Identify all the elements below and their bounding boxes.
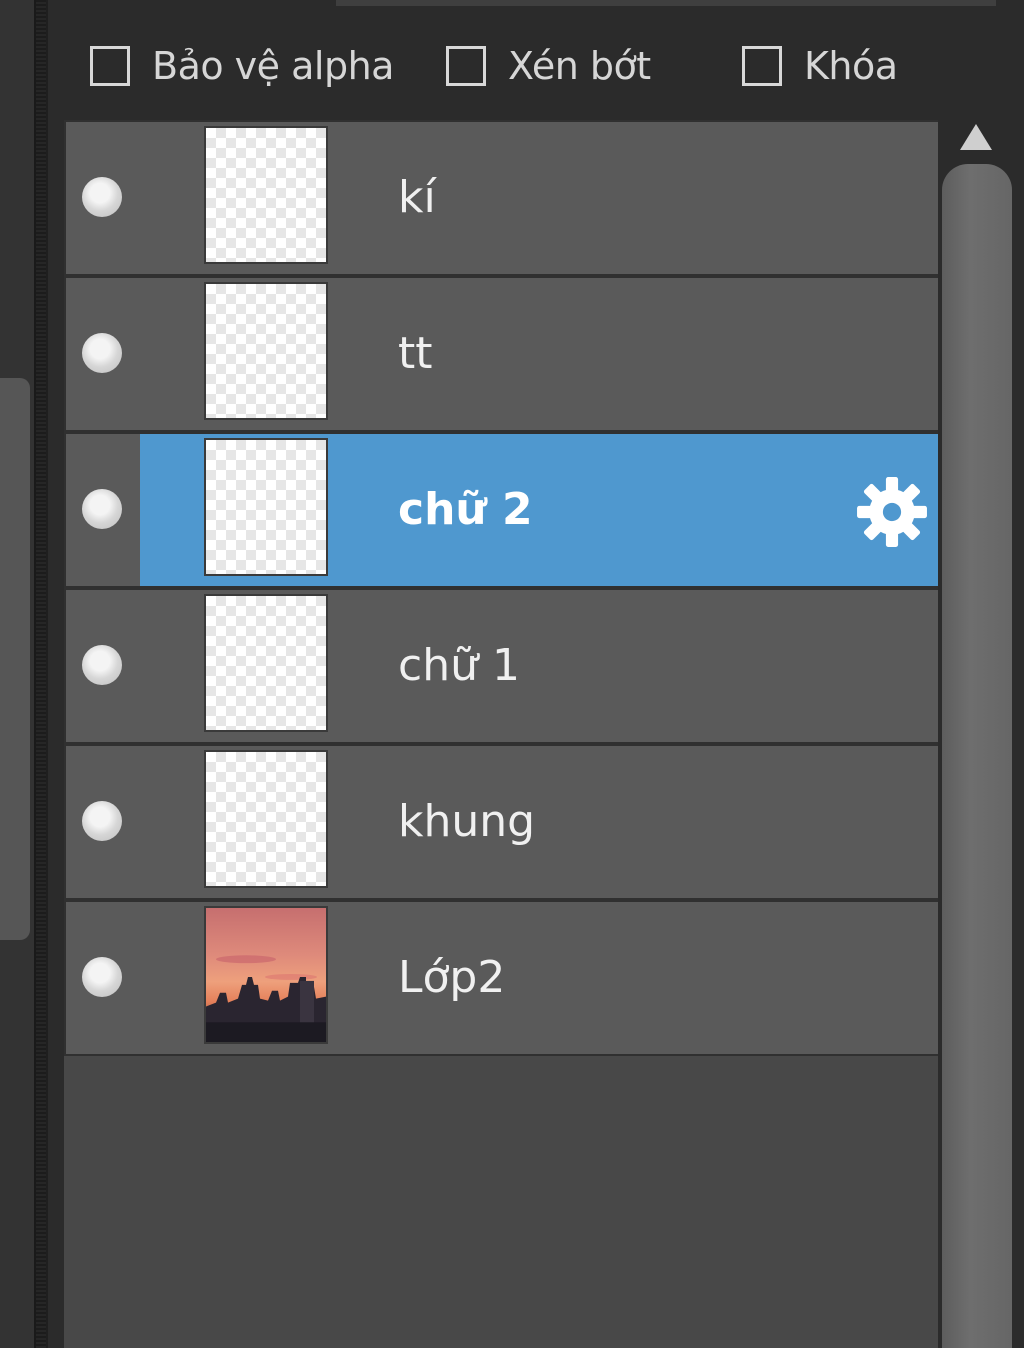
layer-thumbnail [204, 438, 328, 576]
layer-thumbnail-photo [204, 906, 328, 1044]
layer-thumbnail [204, 126, 328, 264]
lock-label: Khóa [804, 44, 898, 88]
layer-row-chu-2[interactable]: chữ 2 [64, 432, 940, 588]
visibility-dot-icon[interactable] [82, 489, 122, 529]
visibility-dot-icon[interactable] [82, 177, 122, 217]
panel-splitter[interactable] [34, 0, 48, 1348]
left-scroll-thumb[interactable] [0, 378, 30, 940]
layer-list-scrollbar[interactable] [938, 120, 1024, 1348]
layer-name: Lớp2 [398, 952, 506, 1003]
layer-row-chu-1[interactable]: chữ 1 [64, 588, 940, 744]
triangle-up-icon[interactable] [960, 124, 992, 150]
gear-icon[interactable] [854, 474, 930, 550]
layer-row-lop2[interactable]: Lớp2 [64, 900, 940, 1056]
layer-name: tt [398, 328, 433, 379]
protect-alpha-label: Bảo vệ alpha [152, 44, 394, 88]
visibility-dot-icon[interactable] [82, 801, 122, 841]
scrollbar-thumb[interactable] [942, 164, 1012, 1348]
layer-name: chữ 1 [398, 640, 520, 691]
option-clip[interactable]: Xén bớt [446, 42, 651, 90]
clip-checkbox[interactable] [446, 46, 486, 86]
layer-options-row: Bảo vệ alpha Xén bớt Khóa [48, 0, 1024, 120]
layer-name: chữ 2 [398, 484, 533, 535]
visibility-dot-icon[interactable] [82, 333, 122, 373]
option-lock[interactable]: Khóa [742, 42, 898, 90]
protect-alpha-checkbox[interactable] [90, 46, 130, 86]
visibility-dot-icon[interactable] [82, 645, 122, 685]
layer-thumbnail [204, 594, 328, 732]
city-skyline-image [206, 955, 326, 1042]
layer-list: kí tt chữ 2 chữ 1 khung Lớp2 [64, 120, 940, 1348]
layer-thumbnail [204, 750, 328, 888]
layer-row-khung[interactable]: khung [64, 744, 940, 900]
layer-row-ki[interactable]: kí [64, 120, 940, 276]
lock-checkbox[interactable] [742, 46, 782, 86]
layer-thumbnail [204, 282, 328, 420]
option-protect-alpha[interactable]: Bảo vệ alpha [90, 42, 394, 90]
layer-row-tt[interactable]: tt [64, 276, 940, 432]
left-scroll-track[interactable] [0, 0, 34, 1348]
clip-label: Xén bớt [508, 44, 651, 88]
visibility-dot-icon[interactable] [82, 957, 122, 997]
layer-name: kí [398, 172, 436, 223]
layers-panel: Bảo vệ alpha Xén bớt Khóa kí tt chữ 2 ch… [0, 0, 1024, 1348]
layer-name: khung [398, 796, 536, 847]
